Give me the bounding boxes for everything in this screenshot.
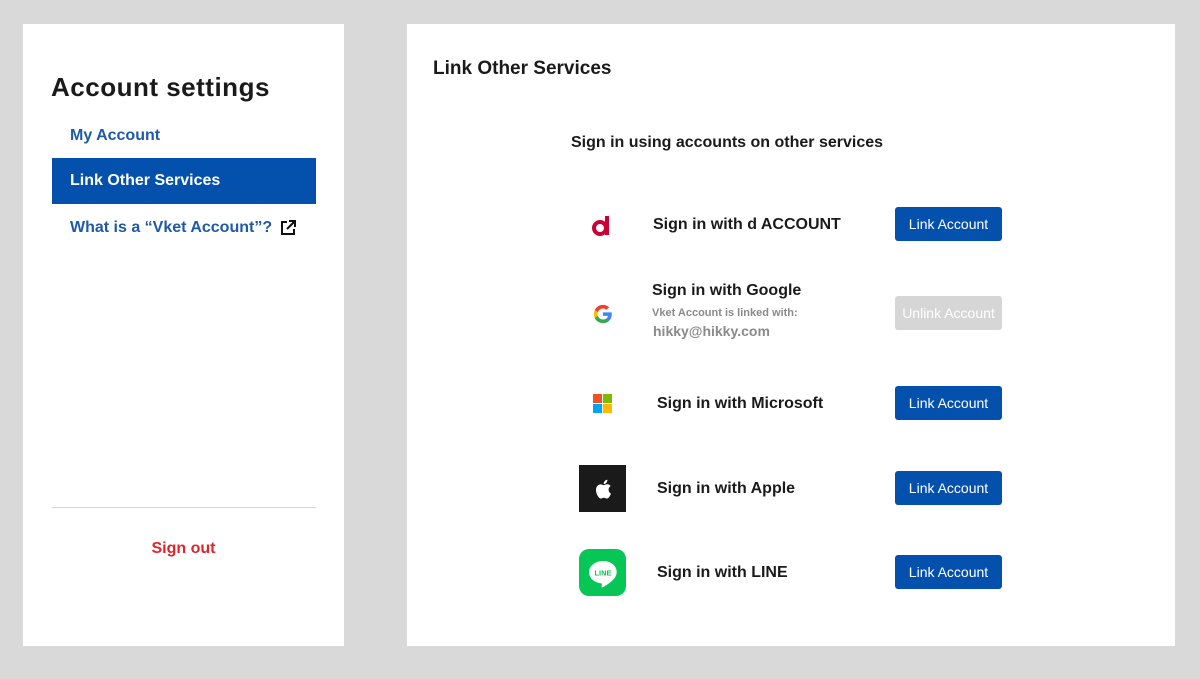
linked-note: Vket Account is linked with: <box>652 307 798 319</box>
sidebar-item-label: My Account <box>70 127 161 144</box>
sidebar-item-label: Link Other Services <box>70 172 221 189</box>
sidebar-item-link-other-services[interactable]: Link Other Services <box>52 158 316 204</box>
sidebar-item-what-is-vket-account[interactable]: What is a “Vket Account”? <box>52 205 316 251</box>
service-row-apple: Sign in with Apple Link Account <box>407 460 1175 520</box>
line-icon: LINE <box>579 549 626 596</box>
service-row-google: Sign in with Google Vket Account is link… <box>407 280 1175 340</box>
apple-icon <box>579 465 626 512</box>
link-account-button-d-account[interactable]: Link Account <box>895 207 1002 241</box>
service-row-microsoft: Sign in with Microsoft Link Account <box>407 375 1175 435</box>
service-row-d-account: Sign in with d ACCOUNT Link Account <box>407 196 1175 256</box>
sidebar-item-label: What is a “Vket Account”? <box>70 219 273 236</box>
service-label: Sign in with Apple <box>657 480 796 497</box>
sidebar-divider <box>52 507 316 508</box>
service-label: Sign in with LINE <box>657 564 788 581</box>
link-account-button-microsoft[interactable]: Link Account <box>895 386 1002 420</box>
main-panel: Link Other Services Sign in using accoun… <box>407 24 1175 646</box>
link-account-button-apple[interactable]: Link Account <box>895 471 1002 505</box>
service-label: Sign in with Microsoft <box>657 395 824 412</box>
linked-email: hikky@hikky.com <box>653 323 770 339</box>
service-label: Sign in with Google <box>652 282 802 299</box>
google-icon <box>579 290 626 337</box>
page-title: Link Other Services <box>433 58 612 79</box>
sidebar-item-my-account[interactable]: My Account <box>52 113 316 159</box>
external-link-icon <box>279 219 297 237</box>
service-label: Sign in with d ACCOUNT <box>653 216 841 233</box>
sidebar-title: Account settings <box>51 72 270 102</box>
svg-text:LINE: LINE <box>594 568 611 577</box>
link-account-button-line[interactable]: Link Account <box>895 555 1002 589</box>
section-subtitle: Sign in using accounts on other services <box>570 134 884 151</box>
microsoft-icon <box>579 380 626 427</box>
service-row-line: LINE Sign in with LINE Link Account <box>407 544 1175 604</box>
unlink-account-button-google[interactable]: Unlink Account <box>895 296 1002 330</box>
sidebar: Account settings My Account Link Other S… <box>23 24 344 646</box>
d-account-icon <box>579 202 626 249</box>
sign-out-link[interactable]: Sign out <box>23 540 344 558</box>
